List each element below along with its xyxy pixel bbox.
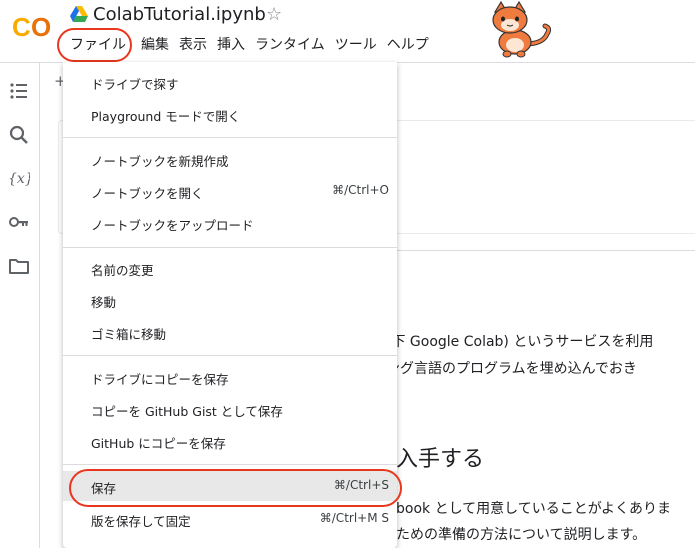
star-icon[interactable]: ☆ [266,4,282,25]
menu-item-shortcut: ⌘/Ctrl+O [332,183,389,197]
menu-separator [63,137,397,138]
notebook-text-line: book として用意していることがよくありま [396,501,672,517]
cell-divider [396,250,695,251]
menu-view[interactable]: 表示 [174,34,212,56]
menu-item-label: Playground モードで開く [91,109,241,124]
left-rail: {x} [0,63,40,548]
notebook-text-line: (以下 Google Colab) というサービスを利用 [372,334,654,350]
search-icon[interactable] [8,124,30,146]
menu-item-revision-history-partial[interactable] [63,536,397,548]
menu-item-label: 版を保存して固定 [91,514,191,529]
notebook-heading: 入手する [396,447,485,472]
menu-item-label: ゴミ箱に移動 [91,327,167,342]
cat-mascot [492,0,552,58]
svg-text:C: C [12,12,31,42]
menu-runtime[interactable]: ランタイム [250,34,330,56]
menu-tools[interactable]: ツール [330,34,382,56]
menu-item-open-notebook[interactable]: ノートブックを開く ⌘/Ctrl+O [63,176,397,206]
menu-separator [63,464,397,465]
menu-item-label: ドライブにコピーを保存 [91,372,229,387]
menu-insert[interactable]: 挿入 [212,34,250,56]
menu-item-rename[interactable]: 名前の変更 [63,253,397,283]
notebook-text-line: ための準備の方法について説明します。 [396,527,647,543]
menu-item-label: ノートブックを新規作成 [91,154,229,169]
annotation-circle-file [57,28,132,62]
menu-item-save-copy-drive[interactable]: ドライブにコピーを保存 [63,362,397,392]
menu-edit[interactable]: 編集 [136,34,174,56]
drive-icon [70,6,88,22]
menu-separator [63,355,397,356]
menu-item-label: GitHub にコピーを保存 [91,436,226,451]
menu-item-save-github[interactable]: GitHub にコピーを保存 [63,426,397,456]
menu-item-move[interactable]: 移動 [63,285,397,315]
header: C O ColabTutorial.ipynb ☆ ファイル 編集 表示 挿入 … [0,0,695,62]
menu-item-label: ドライブで探す [91,77,179,92]
notebook-text-line: ミング言語のプログラムを埋め込んでおき [372,361,637,377]
svg-text:O: O [31,12,51,42]
menu-item-shortcut: ⌘/Ctrl+M S [319,511,389,525]
svg-text:{x}: {x} [8,171,30,187]
menu-item-label: ノートブックを開く [91,186,204,201]
menu-item-label: 名前の変更 [91,263,154,278]
menu-item-open-playground[interactable]: Playground モードで開く [63,99,397,129]
menu-item-locate-in-drive[interactable]: ドライブで探す [63,67,397,97]
menu-item-label: コピーを GitHub Gist として保存 [91,404,283,419]
key-icon[interactable] [8,211,30,233]
menu-item-move-to-trash[interactable]: ゴミ箱に移動 [63,317,397,347]
menu-item-save-gist[interactable]: コピーを GitHub Gist として保存 [63,394,397,424]
menu-help[interactable]: ヘルプ [382,34,434,56]
toc-icon[interactable] [8,80,30,102]
menu-separator [63,247,397,248]
folder-icon[interactable] [8,255,30,277]
menu-item-upload-notebook[interactable]: ノートブックをアップロード [63,208,397,238]
menu-item-save-and-pin-revision[interactable]: 版を保存して固定 ⌘/Ctrl+M S [63,504,397,534]
variables-icon[interactable]: {x} [8,167,30,189]
annotation-circle-save [69,469,402,507]
menu-item-label: 移動 [91,295,117,310]
notebook-title[interactable]: ColabTutorial.ipynb [93,4,266,25]
colab-logo[interactable]: C O [12,12,56,42]
menu-item-label: ノートブックをアップロード [91,218,254,233]
menu-item-new-notebook[interactable]: ノートブックを新規作成 [63,144,397,174]
